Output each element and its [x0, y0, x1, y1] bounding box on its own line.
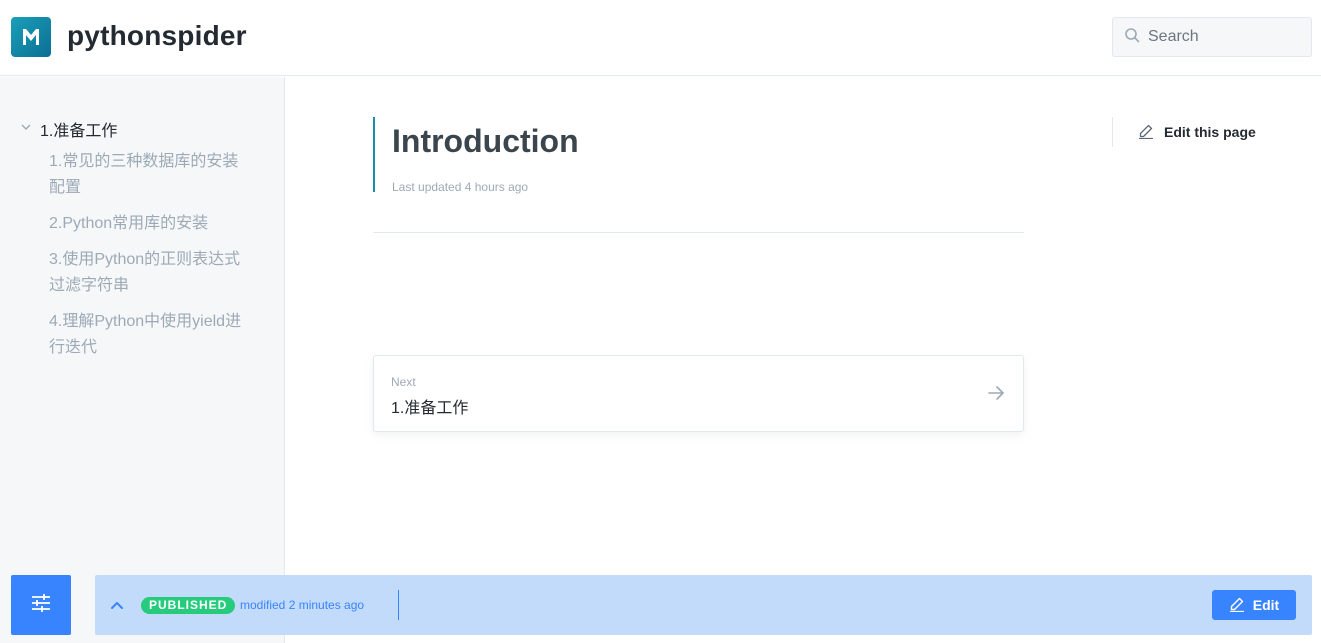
sidebar-item-label: 2.Python常用库的安装: [49, 215, 209, 232]
settings-button[interactable]: [11, 575, 71, 635]
page-title: Introduction: [392, 123, 579, 159]
chevron-down-icon: [20, 120, 32, 138]
sidebar-group-preparation[interactable]: 1.准备工作: [20, 117, 117, 141]
site-logo[interactable]: [11, 17, 51, 57]
next-page-card[interactable]: Next 1.准备工作: [373, 355, 1024, 432]
edit-this-page-link[interactable]: Edit this page: [1112, 117, 1256, 147]
divider: [373, 232, 1024, 233]
sidebar-item-label: 3.使用Python的正则表达式: [49, 251, 241, 268]
edit-this-page-label: Edit this page: [1164, 124, 1256, 140]
next-title: 1.准备工作: [391, 400, 469, 417]
sidebar-item-label-cont: 过滤字符串: [49, 277, 130, 294]
sidebar-item-regex[interactable]: 3.使用Python的正则表达式 过滤字符串: [49, 247, 249, 299]
page-header: Introduction Last updated 4 hours ago: [373, 117, 579, 194]
edit-button-label: Edit: [1252, 597, 1280, 613]
sidebar-item-label-cont: 行迭代: [49, 339, 98, 356]
pencil-icon: [1138, 123, 1154, 142]
sidebar: 1.准备工作 1.常见的三种数据库的安装 配置 2.Python常用库的安装 3…: [0, 77, 285, 643]
search-input[interactable]: [1148, 28, 1298, 46]
site-title[interactable]: pythonspider: [67, 20, 247, 52]
last-updated: Last updated 4 hours ago: [392, 180, 529, 194]
logo-icon: [23, 29, 39, 45]
sidebar-item-label: 4.理解Python中使用yield进: [49, 313, 242, 330]
sliders-icon: [29, 591, 53, 620]
sidebar-item-label: 1.常见的三种数据库的安装: [49, 153, 239, 170]
sidebar-item-database-install[interactable]: 1.常见的三种数据库的安装 配置: [49, 149, 249, 201]
status-badge: PUBLISHED: [141, 597, 236, 614]
sidebar-group-label: 1.准备工作: [40, 123, 118, 140]
search-icon: [1124, 27, 1140, 48]
edit-button[interactable]: Edit: [1212, 590, 1296, 620]
search-box[interactable]: [1112, 17, 1312, 57]
status-divider: [398, 590, 399, 620]
next-caption: Next: [391, 375, 416, 389]
sidebar-item-yield[interactable]: 4.理解Python中使用yield进 行迭代: [49, 309, 249, 361]
top-bar: pythonspider: [0, 0, 1321, 76]
chevron-up-icon[interactable]: [109, 597, 125, 618]
arrow-right-icon: [987, 384, 1005, 407]
pencil-icon: [1229, 596, 1245, 615]
sidebar-item-label-cont: 配置: [49, 179, 82, 196]
sidebar-item-python-libraries[interactable]: 2.Python常用库的安装: [49, 211, 249, 237]
status-bar: PUBLISHED modified 2 minutes ago Edit: [95, 575, 1312, 635]
modified-time: modified 2 minutes ago: [240, 598, 365, 612]
